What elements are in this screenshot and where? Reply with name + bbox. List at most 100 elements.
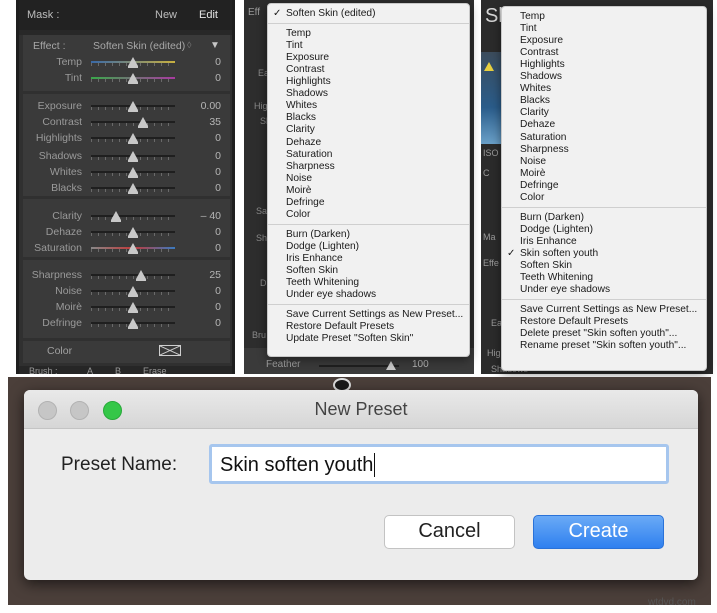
menu-item[interactable]: Dodge (Lighten) xyxy=(268,241,469,253)
menu-item[interactable]: Color xyxy=(502,192,706,204)
slider-thumb[interactable] xyxy=(128,167,138,178)
menu-item[interactable]: Highlights xyxy=(268,76,469,88)
menu-item[interactable]: Save Current Settings as New Preset... xyxy=(268,309,469,321)
menu-item[interactable]: Highlights xyxy=(502,59,706,71)
temp-slider[interactable]: Temp 0 xyxy=(23,54,230,70)
tint-slider[interactable]: Tint 0 xyxy=(23,70,230,86)
color-swatch[interactable] xyxy=(159,345,181,356)
noise-slider[interactable]: Noise 0 xyxy=(23,283,230,299)
slider-thumb[interactable] xyxy=(128,101,138,112)
menu-item[interactable]: Sharpness xyxy=(502,144,706,156)
menu-item[interactable]: Whites xyxy=(502,83,706,95)
mask-edit-button[interactable]: Edit xyxy=(199,9,218,21)
menu-item[interactable]: Update Preset "Soften Skin" xyxy=(268,333,469,345)
sharpness-slider[interactable]: Sharpness 25 xyxy=(23,267,230,283)
dehaze-slider[interactable]: Dehaze 0 xyxy=(23,224,230,240)
slider-thumb[interactable] xyxy=(128,73,138,84)
menu-item-label: Shadows xyxy=(520,71,562,83)
menu-item[interactable]: Defringe xyxy=(502,180,706,192)
slider-label: Sharpness xyxy=(31,269,82,281)
menu-item[interactable]: Iris Enhance xyxy=(268,253,469,265)
menu-item[interactable]: Tint xyxy=(268,40,469,52)
menu-item[interactable]: Saturation xyxy=(502,132,706,144)
slider-thumb[interactable] xyxy=(128,286,138,297)
menu-item[interactable]: ✓ Soften Skin (edited) xyxy=(268,8,469,20)
menu-item[interactable]: Noise xyxy=(502,156,706,168)
menu-item[interactable]: Whites xyxy=(268,100,469,112)
menu-item-label: Saturation xyxy=(520,131,567,143)
blacks-slider[interactable]: Blacks 0 xyxy=(23,180,230,196)
menu-item[interactable]: Sharpness xyxy=(268,161,469,173)
menu-item[interactable]: Tint xyxy=(502,23,706,35)
menu-item[interactable]: Under eye shadows xyxy=(502,284,706,296)
effect-collapse-icon[interactable]: ▼ xyxy=(210,40,220,51)
menu-item[interactable]: Soften Skin xyxy=(268,265,469,277)
menu-item[interactable]: Saturation xyxy=(268,149,469,161)
menu-item[interactable]: Temp xyxy=(502,11,706,23)
slider-thumb[interactable] xyxy=(128,183,138,194)
exposure-slider[interactable]: Exposure 0.00 xyxy=(23,98,230,114)
menu-item[interactable]: Blacks xyxy=(268,112,469,124)
menu-item[interactable]: Contrast xyxy=(268,64,469,76)
menu-item[interactable]: Moirè xyxy=(268,185,469,197)
mask-new-button[interactable]: New xyxy=(155,9,177,21)
slider-thumb[interactable] xyxy=(111,211,122,222)
menu-item[interactable]: Delete preset "Skin soften youth"... xyxy=(502,328,706,340)
feather-slider-thumb[interactable] xyxy=(386,361,396,370)
new-preset-dialog: New Preset Preset Name: Skin soften yout… xyxy=(24,390,698,580)
preset-name-input[interactable]: Skin soften youth xyxy=(209,444,669,484)
menu-item[interactable]: Color xyxy=(268,209,469,221)
slider-thumb[interactable] xyxy=(128,151,138,162)
menu-item[interactable]: Burn (Darken) xyxy=(502,212,706,224)
slider-thumb[interactable] xyxy=(128,57,138,68)
moir--slider[interactable]: Moirè 0 xyxy=(23,299,230,315)
create-button[interactable]: Create xyxy=(533,515,664,549)
menu-item[interactable]: Clarity xyxy=(268,124,469,136)
menu-item[interactable]: Defringe xyxy=(268,197,469,209)
menu-item-label: Update Preset "Soften Skin" xyxy=(286,333,414,345)
checkmark-icon: ✓ xyxy=(507,247,516,259)
saturation-slider[interactable]: Saturation 0 xyxy=(23,240,230,256)
slider-thumb[interactable] xyxy=(128,302,138,313)
menu-item[interactable]: Dehaze xyxy=(268,137,469,149)
menu-item[interactable]: Teeth Whitening xyxy=(268,277,469,289)
slider-thumb[interactable] xyxy=(128,318,138,329)
menu-item[interactable]: Clarity xyxy=(502,107,706,119)
effect-dropdown[interactable]: Soften Skin (edited) xyxy=(93,40,185,52)
contrast-slider[interactable]: Contrast 35 xyxy=(23,114,230,130)
slider-thumb[interactable] xyxy=(138,117,149,128)
menu-item[interactable]: Restore Default Presets xyxy=(502,316,706,328)
menu-item[interactable]: Restore Default Presets xyxy=(268,321,469,333)
menu-item[interactable]: Iris Enhance xyxy=(502,236,706,248)
menu-item[interactable]: Exposure xyxy=(268,52,469,64)
menu-item[interactable]: Moirè xyxy=(502,168,706,180)
menu-item[interactable]: Rename preset "Skin soften youth"... xyxy=(502,340,706,352)
highlights-slider[interactable]: Highlights 0 xyxy=(23,130,230,146)
slider-thumb[interactable] xyxy=(128,133,138,144)
menu-item[interactable]: Exposure xyxy=(502,35,706,47)
menu-item[interactable]: Temp xyxy=(268,28,469,40)
cancel-button[interactable]: Cancel xyxy=(384,515,515,549)
slider-label: Contrast xyxy=(42,116,82,128)
menu-item[interactable]: Contrast xyxy=(502,47,706,59)
menu-item[interactable]: Save Current Settings as New Preset... xyxy=(502,304,706,316)
menu-item[interactable]: Under eye shadows xyxy=(268,289,469,301)
menu-item[interactable]: Noise xyxy=(268,173,469,185)
shadows-slider[interactable]: Shadows 0 xyxy=(23,148,230,164)
menu-item[interactable]: Shadows xyxy=(502,71,706,83)
menu-item[interactable]: Dehaze xyxy=(502,119,706,131)
menu-item[interactable]: Shadows xyxy=(268,88,469,100)
menu-item[interactable]: Dodge (Lighten) xyxy=(502,224,706,236)
slider-thumb[interactable] xyxy=(128,227,138,238)
menu-item[interactable]: Blacks xyxy=(502,95,706,107)
clipping-warning-icon[interactable] xyxy=(484,62,494,71)
menu-item[interactable]: ✓ Skin soften youth xyxy=(502,248,706,260)
defringe-slider[interactable]: Defringe 0 xyxy=(23,315,230,331)
menu-item[interactable]: Teeth Whitening xyxy=(502,272,706,284)
slider-thumb[interactable] xyxy=(136,270,147,281)
whites-slider[interactable]: Whites 0 xyxy=(23,164,230,180)
clarity-slider[interactable]: Clarity – 40 xyxy=(23,208,230,224)
menu-item[interactable]: Burn (Darken) xyxy=(268,229,469,241)
slider-thumb[interactable] xyxy=(128,243,138,254)
menu-item[interactable]: Soften Skin xyxy=(502,260,706,272)
